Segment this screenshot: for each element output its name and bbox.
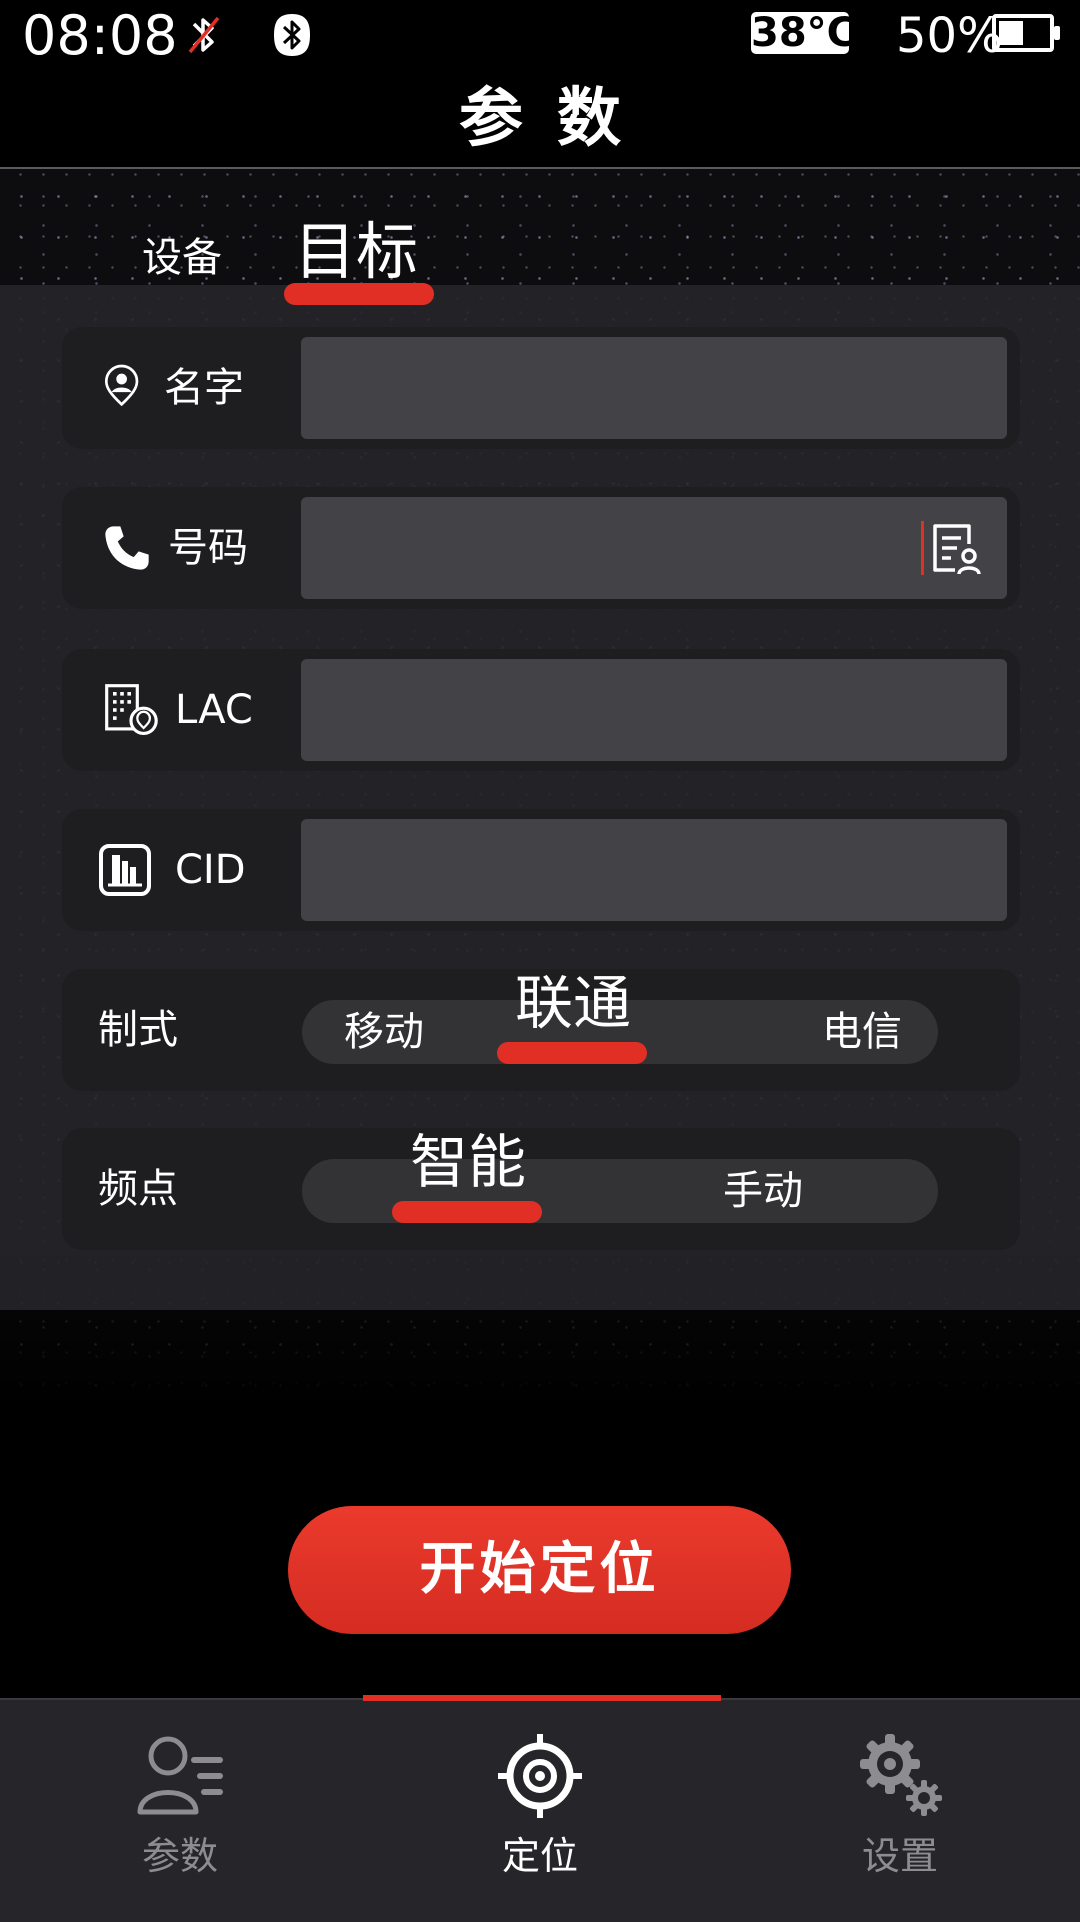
network-type-row: 制式 移动 联通 电信 — [62, 969, 1020, 1091]
network-type-segmented: 移动 联通 电信 — [302, 974, 938, 1064]
lac-label: LAC — [175, 687, 253, 733]
nav-label-settings: 设置 — [861, 1834, 938, 1878]
person-pin-icon — [104, 364, 139, 407]
bottom-nav: 参数 定位 设置 — [0, 1698, 1080, 1922]
phone-row: 号码 — [62, 487, 1020, 609]
crosshair-icon — [498, 1734, 582, 1818]
start-locate-button[interactable]: 开始定位 — [288, 1506, 791, 1634]
cid-label: CID — [175, 847, 246, 893]
band-row: 频点 智能 手动 — [62, 1128, 1020, 1250]
name-input[interactable] — [301, 337, 1007, 439]
nav-item-params[interactable]: 参数 — [0, 1700, 360, 1922]
bluetooth-off-icon — [188, 16, 220, 54]
nav-label-locate: 定位 — [501, 1834, 578, 1878]
text-cursor — [921, 521, 924, 575]
status-time: 08:08 — [22, 4, 178, 67]
battery-percent: 50% — [896, 8, 1003, 64]
nav-active-indicator — [363, 1695, 721, 1701]
tab-target[interactable]: 目标 — [294, 212, 418, 292]
contact-book-icon[interactable] — [931, 522, 983, 576]
phone-input[interactable] — [301, 497, 1007, 599]
user-list-icon — [137, 1736, 223, 1815]
network-option-unicom[interactable]: 联通 — [515, 974, 631, 1032]
battery-icon — [992, 14, 1060, 52]
cell-tower-icon — [99, 844, 151, 896]
gear-icon — [860, 1734, 942, 1816]
bluetooth-icon — [274, 14, 310, 56]
page-title: 参数 — [459, 82, 655, 156]
band-segmented: 智能 手动 — [302, 1133, 938, 1223]
tab-device[interactable]: 设备 — [142, 230, 222, 286]
temperature-badge: 38°C — [751, 10, 857, 56]
band-selected-indicator — [392, 1201, 542, 1223]
band-option-manual[interactable]: 手动 — [723, 1159, 803, 1223]
lac-row: LAC — [62, 649, 1020, 771]
band-label: 频点 — [98, 1166, 178, 1212]
name-label: 名字 — [164, 365, 244, 411]
building-location-icon — [105, 684, 158, 735]
cid-input[interactable] — [301, 819, 1007, 921]
network-type-label: 制式 — [98, 1007, 178, 1053]
tab-active-indicator — [284, 283, 434, 305]
cid-row: CID — [62, 809, 1020, 931]
nav-item-locate[interactable]: 定位 — [360, 1700, 720, 1922]
lac-input[interactable] — [301, 659, 1007, 761]
network-option-mobile[interactable]: 移动 — [344, 1000, 424, 1064]
network-option-telecom[interactable]: 电信 — [822, 1000, 902, 1064]
band-option-smart[interactable]: 智能 — [410, 1133, 526, 1191]
nav-label-params: 参数 — [141, 1834, 218, 1878]
status-bar: 08:08 38°C 50% — [0, 0, 1080, 72]
name-row: 名字 — [62, 327, 1020, 449]
phone-icon — [105, 526, 149, 570]
network-selected-indicator — [497, 1042, 647, 1064]
nav-item-settings[interactable]: 设置 — [720, 1700, 1080, 1922]
phone-label: 号码 — [168, 525, 248, 571]
